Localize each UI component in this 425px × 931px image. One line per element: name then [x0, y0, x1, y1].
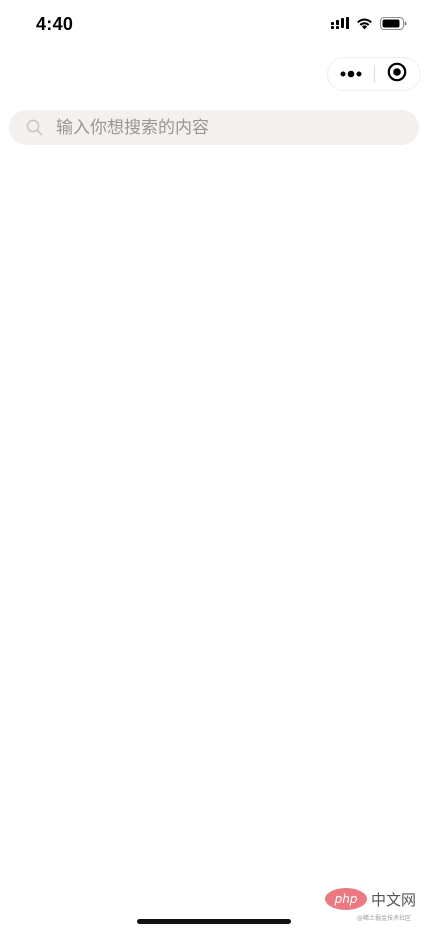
status-icons: [331, 17, 407, 35]
watermark-logo: php: [325, 888, 367, 910]
battery-icon: [380, 17, 407, 35]
watermark-badge-text: php: [334, 892, 358, 906]
close-mini-program-button[interactable]: [375, 58, 420, 90]
search-icon: [25, 119, 43, 137]
signal-icon: [331, 17, 349, 35]
close-target-icon: [387, 62, 407, 87]
watermark-subtext: @稀土掘金技术社区: [357, 915, 412, 922]
mini-program-capsule: [327, 57, 421, 91]
watermark-label: 中文网: [371, 891, 417, 909]
home-indicator[interactable]: [137, 919, 291, 924]
status-time: 4:40: [36, 14, 74, 34]
status-bar: 4:40: [0, 0, 425, 50]
more-menu-button[interactable]: [328, 58, 374, 90]
watermark: php 中文网 @稀土掘金技术社区: [325, 886, 420, 922]
search-bar[interactable]: [9, 110, 419, 145]
search-input[interactable]: [54, 116, 398, 139]
wifi-icon: [356, 17, 373, 35]
more-dots-icon: [340, 65, 362, 83]
